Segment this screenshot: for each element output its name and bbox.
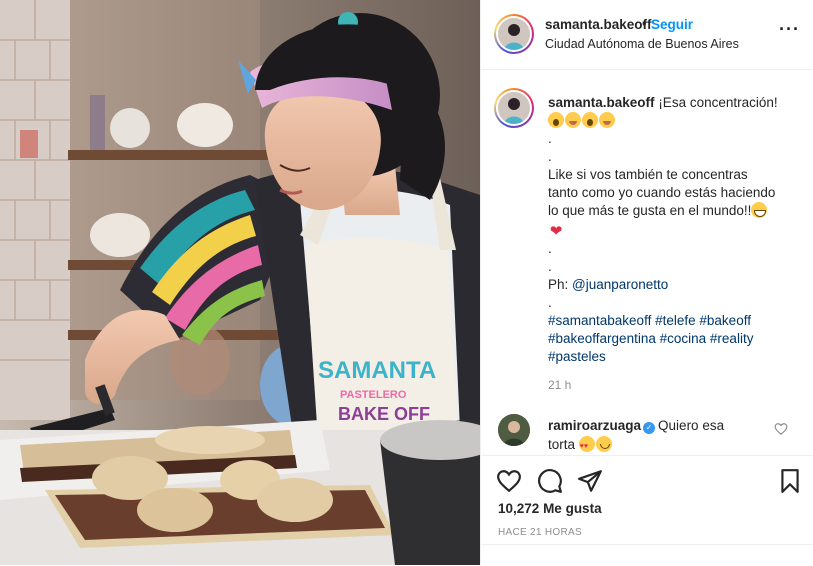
- verified-badge-icon: ✓: [643, 422, 656, 434]
- caption-emoji-line: [548, 112, 798, 130]
- comment-bubble-icon[interactable]: [537, 468, 563, 494]
- caption-line-dot: .: [548, 149, 552, 164]
- post-timestamp[interactable]: HACE 21 HORAS: [498, 527, 582, 538]
- mention-link[interactable]: @juanparonetto: [572, 277, 668, 292]
- caption-line-dot: .: [548, 131, 552, 146]
- comments-section: samanta.bakeoff ¡Esa concentración! . . …: [481, 70, 813, 455]
- caption-line-1: ¡Esa concentración!: [658, 95, 778, 110]
- caption-line-5: Like si vos también te concentras: [548, 167, 748, 182]
- post-actions: 10,272 Me gusta HACE 21 HORAS: [481, 455, 813, 565]
- hashtag-link[interactable]: #pasteles: [548, 349, 606, 364]
- caption-line-dot: .: [548, 295, 552, 310]
- smiling-face-emoji: [595, 436, 612, 452]
- hashtag-link[interactable]: #reality: [710, 331, 754, 346]
- hashtag-link[interactable]: #cocina: [660, 331, 707, 346]
- heart-eyes-emoji: [578, 436, 595, 455]
- hashtag-link[interactable]: #telefe: [655, 313, 696, 328]
- instagram-post: SAMANTA PASTELERO BAKE OFF samanta.bakeo…: [0, 0, 813, 565]
- likes-label: Me gusta: [543, 501, 602, 516]
- caption-line-6: tanto como yo cuando estás haciendo: [548, 185, 776, 200]
- likes-number: 10,272: [498, 501, 540, 516]
- hashtag-link[interactable]: #samantabakeoff: [548, 313, 651, 328]
- post-side-panel: samanta.bakeoff • Seguir Ciudad Autónoma…: [480, 0, 813, 565]
- post-header: samanta.bakeoff • Seguir Ciudad Autónoma…: [481, 0, 813, 70]
- commenter-username[interactable]: ramiroarzuaga: [548, 418, 641, 433]
- face-savoring-food-emoji: [599, 112, 615, 128]
- caption-photo-credit-label: Ph:: [548, 277, 573, 292]
- bookmark-icon[interactable]: [777, 468, 803, 494]
- author-avatar[interactable]: [494, 14, 534, 54]
- caption-text: samanta.bakeoff ¡Esa concentración! . . …: [548, 94, 798, 366]
- baker-photo-illustration: SAMANTA PASTELERO BAKE OFF: [0, 0, 480, 565]
- separator-dot: •: [642, 16, 647, 31]
- caption-line-dot: .: [548, 241, 552, 256]
- post-photo[interactable]: SAMANTA PASTELERO BAKE OFF: [0, 0, 480, 565]
- hashtag-link[interactable]: #bakeoffargentina: [548, 331, 656, 346]
- likes-count[interactable]: 10,272 Me gusta: [498, 501, 602, 516]
- avatar-image: [498, 18, 530, 50]
- face-savoring-food-emoji: [565, 112, 581, 128]
- apron-text-pastelero: PASTELERO: [340, 389, 407, 401]
- add-comment-bar[interactable]: [481, 544, 813, 566]
- follow-button[interactable]: Seguir: [651, 17, 693, 32]
- heart-outline-icon[interactable]: [496, 468, 522, 494]
- apron-text-bakeoff: BAKE OFF: [338, 404, 430, 424]
- hashtag-link[interactable]: #bakeoff: [699, 313, 751, 328]
- caption-username[interactable]: samanta.bakeoff: [548, 95, 655, 110]
- caption-avatar[interactable]: [494, 88, 534, 128]
- author-location[interactable]: Ciudad Autónoma de Buenos Aires: [545, 37, 739, 51]
- face-screaming-emoji: [582, 112, 598, 128]
- caption-time-ago[interactable]: 21 h: [548, 378, 571, 392]
- face-screaming-emoji: [548, 112, 564, 128]
- caption-line-dot: .: [548, 259, 552, 274]
- comment-body-line2: torta: [548, 437, 576, 452]
- grinning-face-emoji: [751, 202, 768, 218]
- author-username[interactable]: samanta.bakeoff: [545, 17, 652, 32]
- commenter-avatar[interactable]: [498, 414, 530, 446]
- more-horizontal-icon[interactable]: ···: [779, 20, 800, 38]
- heart-emoji: ❤: [549, 223, 563, 240]
- comment-like-heart-icon[interactable]: [774, 422, 788, 436]
- apron-text-samanta: SAMANTA: [318, 357, 436, 384]
- caption-line-7: lo que más te gusta en el mundo!!: [548, 203, 752, 218]
- comment-body-line1: Quiero esa: [658, 418, 725, 433]
- comment-text: ramiroarzuaga ✓ Quiero esa torta: [548, 416, 768, 455]
- paper-plane-icon[interactable]: [577, 468, 603, 494]
